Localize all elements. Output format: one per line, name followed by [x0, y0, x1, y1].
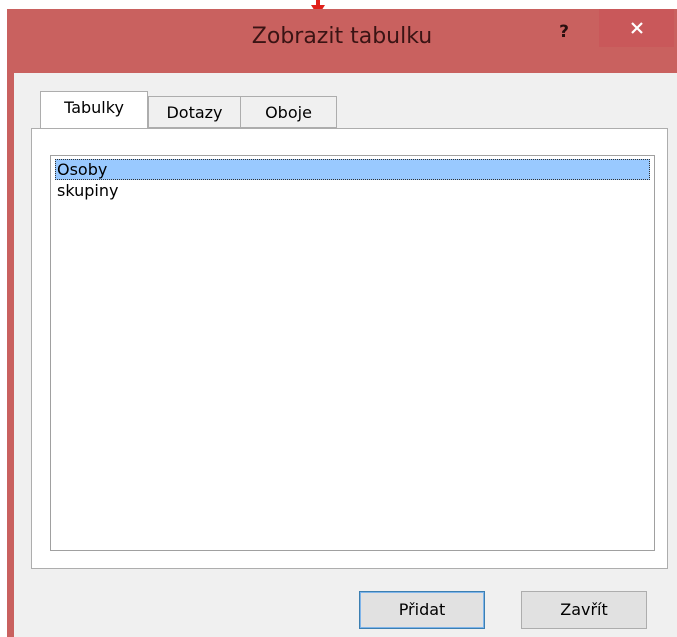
table-list[interactable]: Osoby skupiny: [50, 155, 655, 551]
tab-label: Tabulky: [64, 98, 124, 117]
tab-tabulky[interactable]: Tabulky: [40, 91, 148, 128]
add-button[interactable]: Přidat: [359, 591, 485, 629]
tab-label: Dotazy: [166, 103, 223, 122]
tab-oboje[interactable]: Oboje: [240, 96, 337, 128]
close-dialog-button[interactable]: Zavřít: [521, 591, 647, 629]
close-icon: [630, 22, 643, 34]
list-item-skupiny[interactable]: skupiny: [55, 180, 650, 201]
list-item-osoby[interactable]: Osoby: [55, 159, 650, 180]
dialog-body: Tabulky Dotazy Oboje Osoby skupiny Přida…: [14, 73, 677, 637]
title-bar[interactable]: Zobrazit tabulku ?: [7, 9, 677, 73]
list-item-label: skupiny: [57, 181, 119, 200]
help-button[interactable]: ?: [550, 17, 578, 47]
close-button[interactable]: [599, 9, 674, 47]
list-item-label: Osoby: [57, 160, 108, 179]
tab-label: Oboje: [265, 103, 312, 122]
tab-dotazy[interactable]: Dotazy: [148, 96, 241, 128]
dialog-window: Zobrazit tabulku ? Tabulky Dotazy Oboje …: [7, 9, 677, 637]
